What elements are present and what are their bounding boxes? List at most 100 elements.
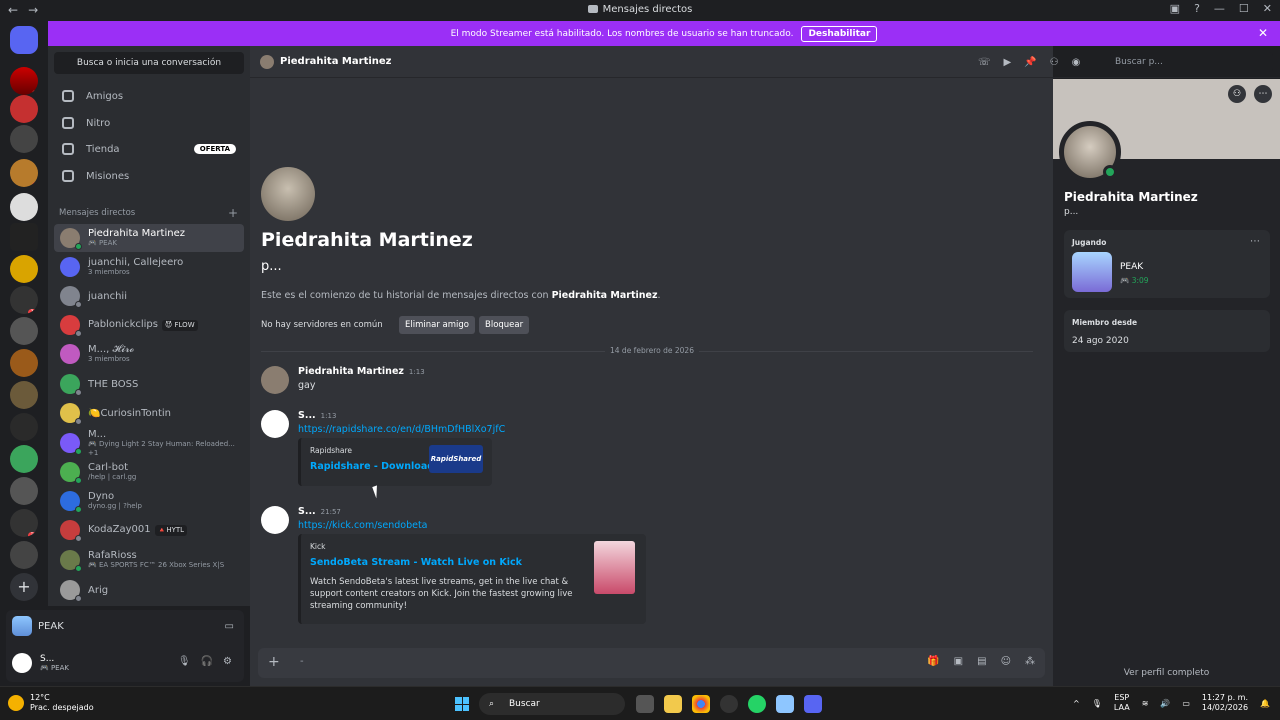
settings-gear-icon[interactable]: ⚙ (223, 656, 232, 667)
activity-panel[interactable]: PEAK ▭ (12, 614, 240, 638)
minimize-button[interactable]: — (1214, 2, 1225, 15)
dm-item[interactable]: RafaRioss 🎮 EA SPORTS FC™ 26 Xbox Series … (54, 546, 244, 574)
headphones-icon[interactable]: 🎧 (201, 656, 213, 667)
sticker-icon[interactable]: ▤ (977, 656, 986, 667)
server-icon[interactable] (10, 317, 38, 345)
message-link[interactable]: https://rapidshare.co/en/d/BHmDfHBlXo7jf… (298, 424, 505, 435)
dm-item[interactable]: M... 🎮 Dying Light 2 Stay Human: Reloaded… (54, 429, 244, 457)
server-icon[interactable]: 2 (10, 67, 38, 95)
help-icon[interactable]: ? (1194, 2, 1200, 15)
embed-thumbnail[interactable]: RapidShared (429, 445, 483, 473)
server-icon[interactable] (10, 541, 38, 569)
dm-item[interactable]: juanchii, Callejeero 3 miembros (54, 253, 244, 281)
video-call-icon[interactable]: ▶ (1004, 57, 1012, 68)
notification-bell-icon[interactable]: 🔔 (1260, 699, 1270, 708)
dm-item[interactable]: Carl-bot/help | carl.gg (54, 458, 244, 486)
wifi-icon[interactable]: ≋ (1142, 699, 1149, 708)
dm-item[interactable]: Piedrahita Martinez 🎮 PEAK (54, 224, 244, 252)
more-options-icon[interactable]: ⋯ (1254, 85, 1272, 103)
windows-start-icon[interactable] (455, 697, 469, 711)
message-author[interactable]: S... (298, 410, 316, 421)
user-info[interactable]: S... 🎮 PEAK 🎙 🎧 ⚙ (12, 650, 240, 676)
embed-title[interactable]: Rapidshare - Download (310, 461, 434, 472)
add-server-icon[interactable]: + (10, 573, 38, 601)
create-dm-icon[interactable]: + (228, 206, 238, 220)
remove-friend-button[interactable]: Eliminar amigo (399, 316, 475, 334)
file-explorer-icon[interactable] (664, 695, 682, 713)
message-link[interactable]: https://kick.com/sendobeta (298, 520, 428, 531)
activity-more-icon[interactable]: ⋯ (1250, 236, 1260, 247)
disable-streamer-button[interactable]: Deshabilitar (801, 25, 878, 42)
language-indicator[interactable]: ESP LAA (1114, 693, 1130, 713)
view-full-profile-link[interactable]: Ver perfil completo (1053, 668, 1280, 678)
dm-item[interactable]: Arig (54, 576, 244, 604)
server-icon[interactable] (10, 255, 38, 283)
server-icon[interactable] (10, 95, 38, 123)
task-view-icon[interactable] (636, 695, 654, 713)
voice-call-icon[interactable]: ☏ (978, 57, 991, 68)
nav-quests[interactable]: Misiones (54, 164, 244, 188)
apps-icon[interactable]: ⁂ (1025, 656, 1035, 667)
gif-icon[interactable]: ▣ (954, 656, 963, 667)
dm-item[interactable]: KodaZay001 🔺HYTL (54, 516, 244, 544)
emoji-icon[interactable]: ☺ (1001, 656, 1011, 667)
server-icon[interactable]: 35 (10, 509, 38, 537)
server-icon[interactable] (10, 413, 38, 441)
maximize-button[interactable]: ☐ (1239, 2, 1249, 15)
microphone-icon[interactable]: 🎙 (178, 656, 191, 667)
block-button[interactable]: Bloquear (479, 316, 530, 334)
close-button[interactable]: ✕ (1263, 2, 1272, 15)
dm-item[interactable]: juanchii (54, 282, 244, 310)
nav-friends[interactable]: Amigos (54, 84, 244, 108)
peak-game-icon[interactable] (776, 695, 794, 713)
nav-shop[interactable]: Tienda OFERTA (54, 137, 244, 161)
battery-icon[interactable]: ▭ (1182, 699, 1190, 708)
user-profile-icon[interactable]: ◉ (1072, 57, 1081, 68)
server-icon[interactable] (10, 193, 38, 221)
discord-taskbar-icon[interactable] (804, 695, 822, 713)
close-banner-icon[interactable]: ✕ (1258, 26, 1268, 40)
microphone-tray-icon[interactable]: 🎙 (1092, 699, 1102, 708)
weather-widget[interactable]: 12°C Prac. despejado (8, 693, 94, 713)
dm-item[interactable]: Pablonickclips 😈 FLOW (54, 311, 244, 339)
server-icon[interactable]: 6 (10, 159, 38, 187)
clock[interactable]: 11:27 p. m. 14/02/2026 (1202, 693, 1248, 713)
server-icon[interactable] (10, 445, 38, 473)
tray-expand-icon[interactable]: ^ (1073, 699, 1080, 708)
dm-item[interactable]: THE BOSS (54, 370, 244, 398)
embed-thumbnail[interactable] (594, 541, 635, 594)
server-icon[interactable] (10, 349, 38, 377)
server-icon[interactable]: 10 (10, 286, 38, 314)
message-author[interactable]: Piedrahita Martinez (298, 366, 404, 377)
steam-icon[interactable] (720, 695, 738, 713)
avatar[interactable] (261, 366, 289, 394)
message-input[interactable]: - (300, 656, 304, 667)
discord-home-icon[interactable] (10, 26, 38, 54)
add-friend-icon[interactable]: ⚇ (1228, 85, 1246, 103)
server-icon[interactable] (10, 381, 38, 409)
avatar[interactable] (261, 410, 289, 438)
server-icon[interactable] (10, 477, 38, 505)
upload-plus-icon[interactable]: + (268, 654, 280, 670)
whatsapp-icon[interactable] (748, 695, 766, 713)
screen-share-icon[interactable]: ▭ (225, 621, 234, 632)
message-composer[interactable]: + - 🎁 ▣ ▤ ☺ ⁂ (258, 648, 1045, 678)
pinned-messages-icon[interactable]: 📌 (1024, 57, 1036, 68)
dm-item[interactable]: M..., 𝓗𝓲𝓻𝓸 3 miembros (54, 340, 244, 368)
add-friends-to-dm-icon[interactable]: ⚇ (1050, 57, 1059, 68)
chat-search-input[interactable]: Buscar p... (1110, 52, 1273, 72)
find-conversation-button[interactable]: Busca o inicia una conversación (54, 52, 244, 74)
server-icon[interactable] (10, 223, 38, 251)
embed-title[interactable]: SendoBeta Stream - Watch Live on Kick (310, 557, 522, 568)
dm-item[interactable]: Dyno dyno.gg | ?help (54, 487, 244, 515)
server-icon[interactable] (10, 125, 38, 153)
inbox-button[interactable]: ▣ (1170, 2, 1180, 15)
dm-item[interactable]: 🍋CuriosinTontin (54, 399, 244, 427)
nav-nitro[interactable]: Nitro (54, 111, 244, 135)
volume-icon[interactable]: 🔊 (1160, 699, 1170, 708)
avatar[interactable] (261, 506, 289, 534)
taskbar-search[interactable]: ⌕ Buscar (479, 693, 625, 715)
message-author[interactable]: S... (298, 506, 316, 517)
chrome-icon[interactable] (692, 695, 710, 713)
gift-icon[interactable]: 🎁 (927, 656, 939, 667)
